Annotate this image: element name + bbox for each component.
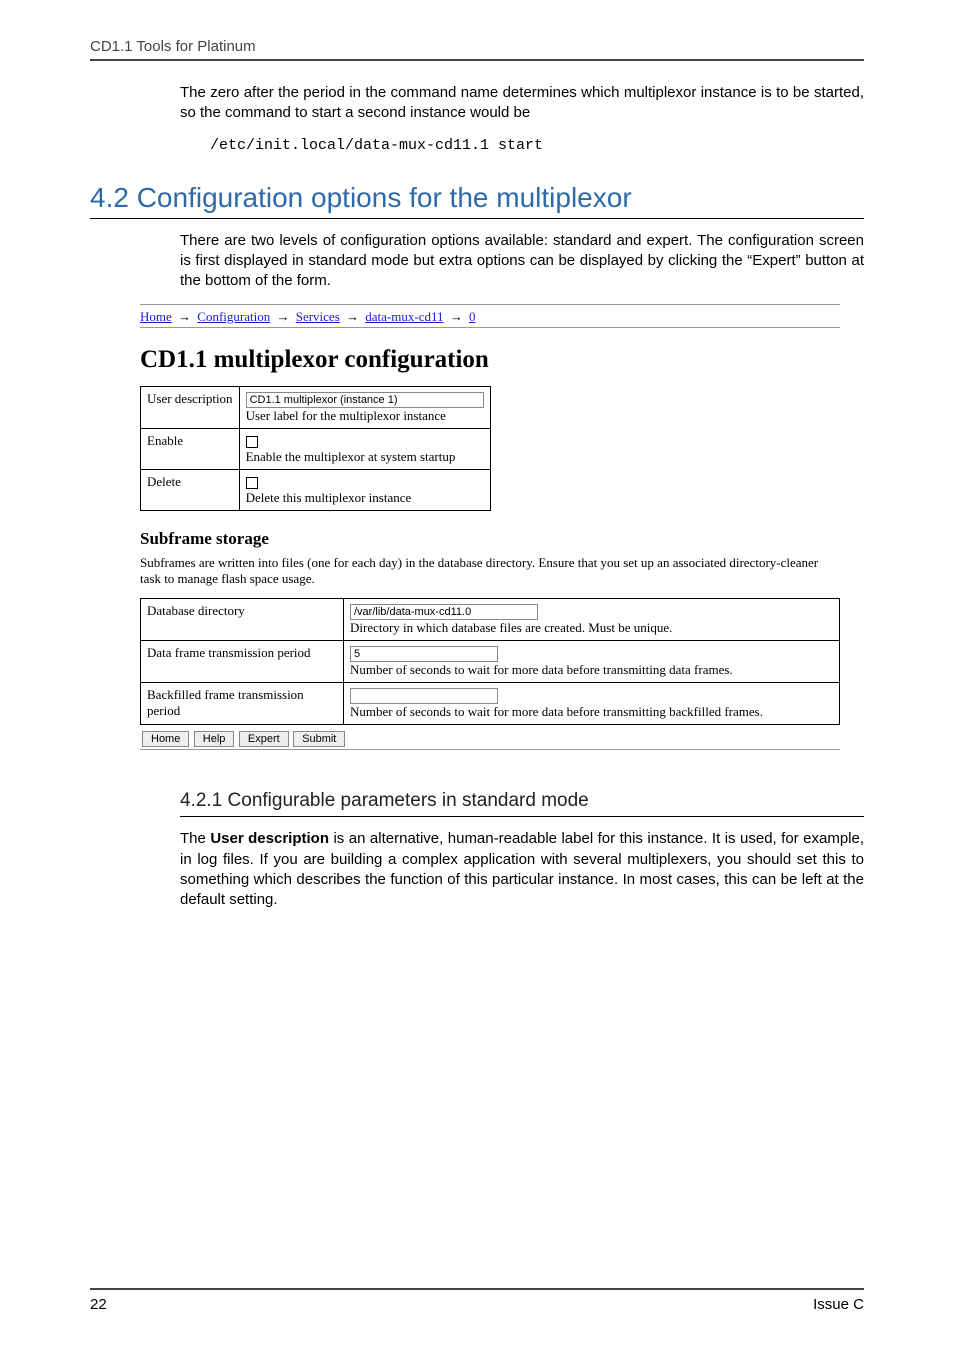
table-row: Enable Enable the multiplexor at system …: [141, 428, 491, 469]
row-label: Delete: [141, 469, 240, 510]
row-desc: User label for the multiplexor instance: [246, 408, 446, 423]
row-value-cell: Directory in which database files are cr…: [344, 599, 840, 641]
row-desc: Number of seconds to wait for more data …: [350, 704, 763, 719]
crumb-services[interactable]: Services: [296, 309, 340, 324]
footer-rule: [90, 1288, 864, 1290]
row-value-cell: Number of seconds to wait for more data …: [344, 683, 840, 725]
code-example: /etc/init.local/data-mux-cd11.1 start: [210, 136, 864, 156]
section-rule: [90, 218, 864, 219]
screenshot-bottom-rule: [140, 749, 840, 750]
dft-period-input[interactable]: [350, 646, 498, 662]
row-desc: Directory in which database files are cr…: [350, 620, 672, 635]
section-paragraph: There are two levels of configuration op…: [180, 231, 864, 292]
backfill-period-input[interactable]: [350, 688, 498, 704]
crumb-datamux[interactable]: data-mux-cd11: [365, 309, 443, 324]
issue-label: Issue C: [813, 1296, 864, 1313]
crumb-home[interactable]: Home: [140, 309, 172, 324]
table-row: Delete Delete this multiplexor instance: [141, 469, 491, 510]
crumb-arrow-icon: →: [273, 309, 292, 324]
submit-button[interactable]: Submit: [293, 731, 345, 747]
para-text: The: [180, 830, 210, 847]
subframe-paragraph: Subframes are written into files (one fo…: [140, 555, 840, 589]
enable-checkbox[interactable]: [246, 436, 258, 448]
page-footer: 22 Issue C: [90, 1288, 864, 1313]
row-value-cell: Number of seconds to wait for more data …: [344, 641, 840, 683]
subsection-rule: [180, 816, 864, 817]
table-row: User description User label for the mult…: [141, 386, 491, 428]
intro-paragraph: The zero after the period in the command…: [180, 83, 864, 124]
crumb-configuration[interactable]: Configuration: [197, 309, 270, 324]
config-title: CD1.1 multiplexor configuration: [140, 346, 840, 374]
subsection-heading: 4.2.1 Configurable parameters in standar…: [180, 790, 864, 812]
row-desc: Enable the multiplexor at system startup: [246, 449, 456, 464]
expert-button[interactable]: Expert: [239, 731, 289, 747]
row-label: Data frame transmission period: [141, 641, 344, 683]
subframe-heading: Subframe storage: [140, 529, 840, 549]
crumb-arrow-icon: →: [343, 309, 362, 324]
row-label: Database directory: [141, 599, 344, 641]
user-description-input[interactable]: [246, 392, 484, 408]
delete-checkbox[interactable]: [246, 477, 258, 489]
row-value-cell: Delete this multiplexor instance: [239, 469, 490, 510]
section-heading: 4.2 Configuration options for the multip…: [90, 182, 864, 214]
table-row: Backfilled frame transmission period Num…: [141, 683, 840, 725]
db-directory-input[interactable]: [350, 604, 538, 620]
subsection-paragraph: The User description is an alternative, …: [180, 829, 864, 910]
header-rule: [90, 59, 864, 61]
row-value-cell: User label for the multiplexor instance: [239, 386, 490, 428]
crumb-arrow-icon: →: [447, 309, 466, 324]
table-row: Database directory Directory in which da…: [141, 599, 840, 641]
row-label: User description: [141, 386, 240, 428]
crumb-arrow-icon: →: [175, 309, 194, 324]
screenshot-crumb-rule: [140, 327, 840, 328]
crumb-instance[interactable]: 0: [469, 309, 476, 324]
config-screenshot: Home → Configuration → Services → data-m…: [140, 304, 840, 751]
row-label: Enable: [141, 428, 240, 469]
breadcrumb: Home → Configuration → Services → data-m…: [140, 309, 840, 325]
running-head: CD1.1 Tools for Platinum: [90, 38, 864, 55]
button-row: Home Help Expert Submit: [142, 729, 840, 747]
row-desc: Delete this multiplexor instance: [246, 490, 412, 505]
page-number: 22: [90, 1296, 107, 1313]
para-bold: User description: [210, 830, 329, 847]
config-table-main: User description User label for the mult…: [140, 386, 491, 511]
config-table-storage: Database directory Directory in which da…: [140, 598, 840, 725]
row-label: Backfilled frame transmission period: [141, 683, 344, 725]
home-button[interactable]: Home: [142, 731, 189, 747]
row-value-cell: Enable the multiplexor at system startup: [239, 428, 490, 469]
table-row: Data frame transmission period Number of…: [141, 641, 840, 683]
row-desc: Number of seconds to wait for more data …: [350, 662, 733, 677]
screenshot-top-rule: [140, 304, 840, 305]
help-button[interactable]: Help: [194, 731, 235, 747]
